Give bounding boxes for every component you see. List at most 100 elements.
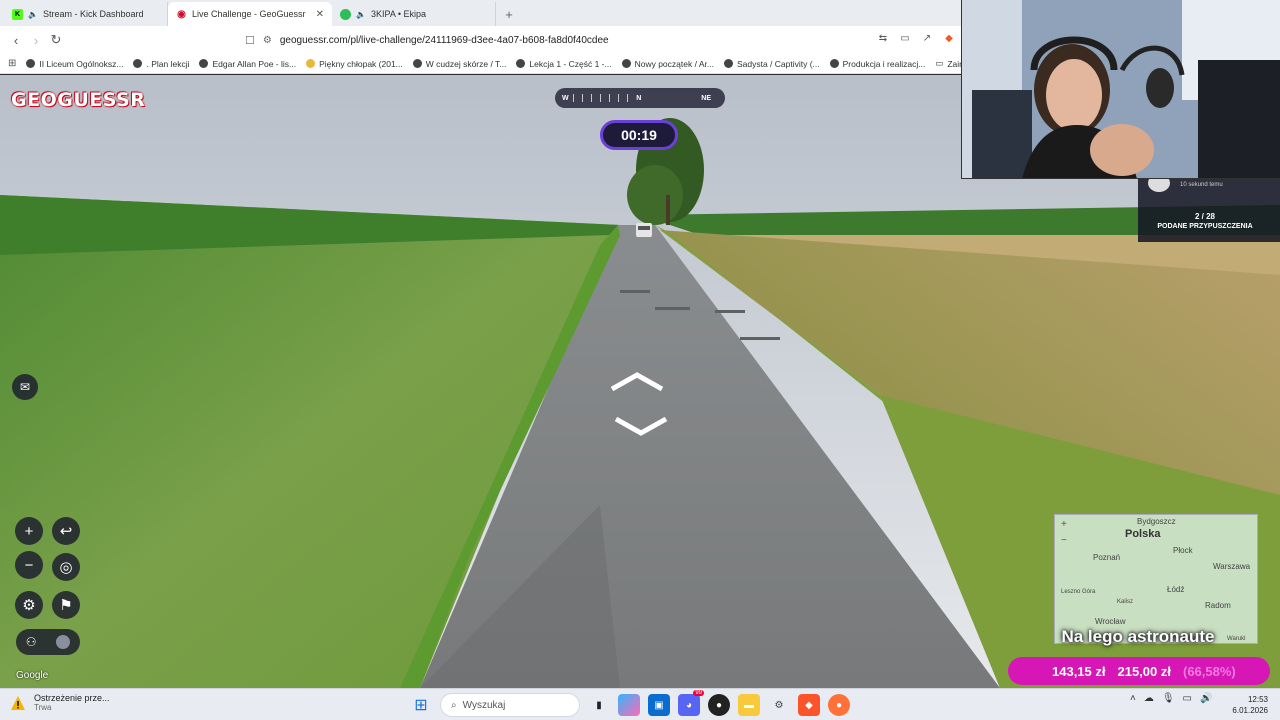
- bookmark-item[interactable]: Sadysta / Captivity (...: [723, 59, 820, 69]
- warning-subtitle: Trwa: [34, 703, 52, 712]
- flag-button[interactable]: ⚑: [52, 591, 80, 619]
- round-timer: 00:19: [600, 120, 678, 150]
- mute-icon: 🔈: [28, 9, 38, 19]
- bookmark-item[interactable]: Lekcja 1 - Część 1 -...: [516, 59, 612, 69]
- forward-button[interactable]: ›: [26, 30, 46, 50]
- clock-date: 6.01.2026: [1232, 706, 1268, 715]
- bookmark-item[interactable]: Produkcja i realizacj...: [829, 59, 925, 69]
- back-button[interactable]: ‹: [6, 30, 26, 50]
- compass-north: N: [636, 94, 642, 102]
- firefox-icon[interactable]: ●: [828, 694, 850, 716]
- folder-icon: ▭: [935, 58, 944, 68]
- warning-icon: [11, 695, 25, 710]
- bookmark-item[interactable]: Piękny chłopak (201...: [306, 59, 403, 69]
- bookmark-favicon-icon: [133, 59, 143, 68]
- zoom-in-button[interactable]: +: [15, 517, 43, 545]
- apps-icon[interactable]: ⊞: [8, 58, 16, 69]
- donation-goal: 215,00 zł: [1117, 663, 1172, 679]
- chat-icon[interactable]: ✉: [12, 374, 38, 400]
- compass-ticks: [572, 94, 633, 102]
- bookmark-icon[interactable]: ☐: [245, 34, 255, 47]
- settings-button[interactable]: ⚙: [15, 591, 43, 619]
- map-zoom-in-icon[interactable]: +: [1061, 519, 1067, 530]
- translate-icon[interactable]: ⇆: [876, 31, 890, 45]
- map-zoom-out-icon[interactable]: −: [1061, 535, 1067, 546]
- zoom-out-button[interactable]: −: [15, 551, 43, 579]
- bookmark-item[interactable]: Nowy początek / Ar...: [621, 59, 714, 69]
- bookmark-item[interactable]: II Liceum Ogólnoksz...: [26, 59, 123, 69]
- file-explorer-icon[interactable]: ▬: [738, 694, 760, 716]
- chevron-up-icon[interactable]: ˄: [1130, 693, 1136, 704]
- donation-goal-bar: 143,15 zł 215,00 zł (66,58%): [1008, 657, 1270, 685]
- undo-move-button[interactable]: ↩: [52, 517, 80, 545]
- map-city: Poznań: [1093, 553, 1121, 562]
- close-tab-icon[interactable]: ✕: [316, 9, 324, 20]
- map-country: Polska: [1125, 528, 1161, 540]
- obs-icon[interactable]: ●: [708, 694, 730, 716]
- url-field[interactable]: ☐ ⚙ geoguessr.com/pl/live-challenge/2411…: [245, 30, 955, 50]
- bookmark-favicon-icon: [199, 59, 209, 68]
- tab-label: 3KIPA • Ekipa: [370, 9, 426, 19]
- ekipa-icon: [340, 8, 351, 20]
- task-view-icon[interactable]: ▮: [588, 694, 610, 716]
- clock-time: 12:53: [1247, 695, 1268, 704]
- map-city: Łódź: [1167, 585, 1185, 594]
- taskbar-search[interactable]: ⌕ Wyszukaj: [440, 693, 580, 717]
- bookmark-item[interactable]: Edgar Allan Poe - lis...: [199, 59, 296, 69]
- bookmark-favicon-icon: [723, 59, 733, 68]
- bookmark-favicon-icon: [516, 59, 526, 68]
- bookmark-item[interactable]: W cudzej skórze / T...: [412, 59, 506, 69]
- store-icon[interactable]: ▣: [648, 694, 670, 716]
- start-button[interactable]: ⊞: [410, 694, 432, 716]
- donation-goal-title: Na lego astronaute: [1061, 627, 1215, 646]
- donation-percent: (66,58%): [1183, 663, 1236, 679]
- bookmark-item[interactable]: . Plan lekcji: [133, 59, 189, 69]
- tab-geoguessr[interactable]: ◉ Live Challenge - GeoGuessr ✕: [168, 2, 332, 26]
- brave-icon[interactable]: ◆: [798, 694, 820, 716]
- microphone-icon[interactable]: 🎙: [1162, 693, 1175, 704]
- copilot-icon[interactable]: [618, 694, 640, 716]
- map-city: Warszawa: [1213, 562, 1251, 571]
- map-city: Radom: [1205, 601, 1231, 610]
- reload-button[interactable]: ↻: [46, 30, 66, 50]
- url-text: geoguessr.com/pl/live-challenge/24111969…: [279, 34, 609, 46]
- new-tab-button[interactable]: +: [498, 2, 520, 26]
- share-icon[interactable]: ↗: [920, 31, 934, 45]
- map-city: Leszno Góra: [1061, 589, 1096, 595]
- donation-current: 143,15 zł: [1052, 663, 1106, 679]
- map-pin-icon: ◉: [177, 8, 186, 20]
- bookmark-favicon-icon: [412, 59, 422, 68]
- guesses-panel: 10 sekund temu 2 / 28 PODANE PRZYPUSZCZE…: [1138, 174, 1280, 242]
- return-to-start-button[interactable]: ◎: [52, 553, 80, 581]
- kick-icon: K: [12, 8, 23, 20]
- guess-minimap[interactable]: + − Bydgoszcz Polska Poznań Płock Warsza…: [1054, 514, 1258, 644]
- tab-label: Live Challenge - GeoGuessr: [192, 9, 306, 19]
- map-city: Kalisz: [1117, 599, 1134, 605]
- cloud-icon[interactable]: ☁: [1144, 693, 1154, 704]
- search-placeholder: Wyszukaj: [462, 699, 506, 711]
- discord-badge: 99: [693, 690, 704, 696]
- tab-kick-dashboard[interactable]: K 🔈 Stream - Kick Dashboard: [4, 2, 168, 26]
- system-clock[interactable]: 12:53 6.01.2026: [1232, 694, 1268, 716]
- players-pill[interactable]: ⚇: [16, 629, 80, 655]
- bookmark-favicon-icon: [26, 59, 36, 68]
- brave-shield-icon[interactable]: ◆: [942, 31, 956, 45]
- move-backward-arrow[interactable]: [614, 415, 668, 437]
- settings-icon[interactable]: ⚙: [768, 694, 790, 716]
- site-info-icon[interactable]: ⚙: [263, 35, 272, 46]
- guess-count: 2 / 28: [1194, 212, 1215, 221]
- cast-icon[interactable]: ▭: [898, 31, 912, 45]
- discord-icon[interactable]: ◕ 99: [678, 690, 704, 716]
- bookmark-favicon-icon: [621, 59, 631, 68]
- speaker-icon: 🔈: [356, 9, 366, 19]
- compass-northeast: NE: [701, 94, 711, 102]
- volume-icon[interactable]: 🔊: [1200, 693, 1212, 704]
- move-forward-arrow[interactable]: [610, 371, 664, 393]
- webcam-image: [962, 0, 1280, 178]
- tab-ekipa[interactable]: 🔈 3KIPA • Ekipa: [332, 2, 496, 26]
- map-city: Płock: [1173, 546, 1193, 555]
- display-icon[interactable]: ▭: [1183, 693, 1192, 704]
- weather-warning-widget[interactable]: Ostrzeżenie prze... Trwa: [10, 693, 110, 712]
- bookmark-favicon-icon: [829, 59, 839, 68]
- address-actions: ⇆ ▭ ↗ ◆: [876, 31, 956, 45]
